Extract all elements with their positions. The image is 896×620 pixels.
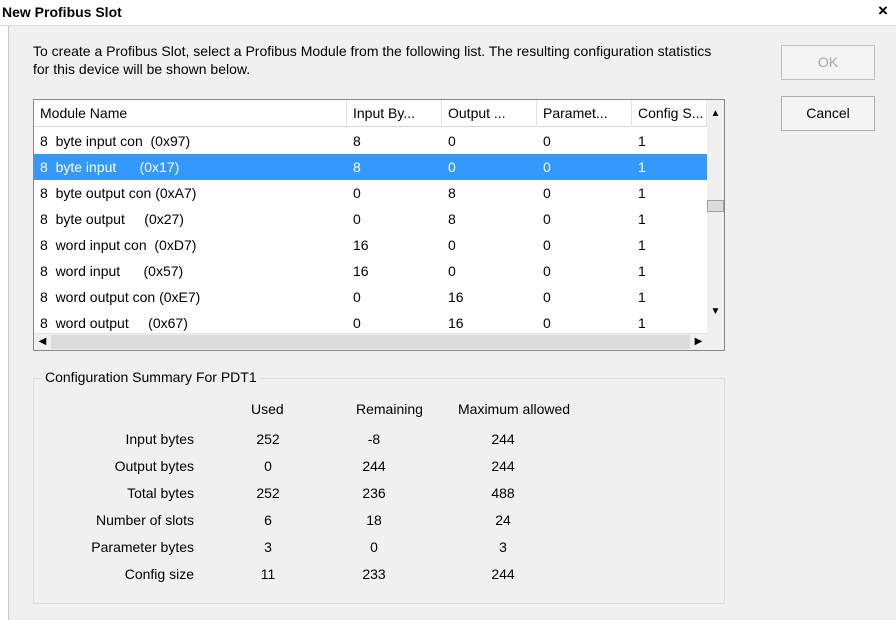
table-row[interactable]: 8 byte output (0x27) 0 8 0 1	[34, 206, 724, 232]
cell-module-name: 8 byte input (0x17)	[40, 159, 180, 175]
column-header-output-bytes[interactable]: Output ...	[442, 100, 537, 127]
close-icon[interactable]: ×	[874, 2, 892, 20]
summary-max-value: 3	[499, 539, 507, 555]
module-list-rows: 8 byte input con (0x97) 8 0 0 1 8 byte input …	[34, 128, 724, 338]
summary-header-maximum: Maximum allowed	[458, 401, 571, 417]
configuration-summary: Configuration Summary For PDT1 Used Rema…	[33, 369, 725, 604]
summary-title: Configuration Summary For PDT1	[42, 369, 260, 385]
horizontal-scrollbar-thumb[interactable]	[51, 335, 690, 349]
summary-max-value: 24	[495, 512, 511, 528]
cell-input-bytes: 0	[353, 211, 361, 227]
window-frame	[0, 26, 9, 620]
scroll-down-icon[interactable]: ▼	[707, 303, 724, 320]
title-bar: New Profibus Slot ×	[0, 0, 896, 26]
ok-button[interactable]: OK	[781, 45, 875, 80]
cell-parameter-bytes: 0	[543, 211, 551, 227]
scroll-up-icon[interactable]: ▲	[707, 105, 724, 122]
cell-input-bytes: 16	[353, 263, 369, 279]
cell-module-name: 8 byte output (0x27)	[40, 211, 184, 227]
module-list-header: Module Name Input By... Output ... Param…	[34, 100, 724, 127]
scroll-right-icon[interactable]: ▶	[690, 334, 707, 350]
cell-input-bytes: 0	[353, 289, 361, 305]
summary-row-label: Config size	[124, 566, 194, 582]
cell-output-bytes: 0	[448, 263, 456, 279]
cell-parameter-bytes: 0	[543, 159, 551, 175]
horizontal-scrollbar[interactable]: ◀ ▶	[34, 333, 707, 350]
cell-output-bytes: 16	[448, 289, 464, 305]
summary-remaining-value: 244	[362, 458, 386, 474]
cell-output-bytes: 8	[448, 185, 456, 201]
cell-output-bytes: 0	[448, 237, 456, 253]
table-row[interactable]: 8 word output con (0xE7) 0 16 0 1	[34, 284, 724, 310]
cell-module-name: 8 word output con (0xE7)	[40, 289, 201, 305]
summary-max-value: 488	[491, 485, 515, 501]
cell-config-size: 1	[638, 211, 646, 227]
cell-config-size: 1	[638, 289, 646, 305]
scrollbar-thumb[interactable]	[707, 200, 724, 212]
cell-input-bytes: 16	[353, 237, 369, 253]
cell-module-name: 8 word input (0x57)	[40, 263, 184, 279]
table-row[interactable]: 8 word input con (0xD7) 16 0 0 1	[34, 232, 724, 258]
summary-remaining-value: -8	[367, 431, 381, 447]
scrollbar-corner	[707, 333, 724, 350]
table-row[interactable]: 8 byte output con (0xA7) 0 8 0 1	[34, 180, 724, 206]
column-header-module-name[interactable]: Module Name	[34, 100, 347, 127]
cancel-button[interactable]: Cancel	[781, 96, 875, 131]
summary-header-used: Used	[251, 401, 284, 417]
column-header-parameter-bytes[interactable]: Paramet...	[537, 100, 632, 127]
module-list[interactable]: Module Name Input By... Output ... Param…	[33, 99, 725, 351]
summary-row-label: Input bytes	[125, 431, 195, 447]
summary-remaining-value: 236	[362, 485, 386, 501]
summary-row-label: Parameter bytes	[91, 539, 194, 555]
cell-output-bytes: 8	[448, 211, 456, 227]
summary-used-value: 252	[256, 485, 280, 501]
summary-row-label: Output bytes	[114, 458, 194, 474]
summary-remaining-value: 18	[366, 512, 382, 528]
summary-header-remaining: Remaining	[356, 401, 423, 417]
summary-used-value: 11	[260, 566, 276, 582]
summary-used-value: 252	[256, 431, 280, 447]
cell-config-size: 1	[638, 237, 646, 253]
summary-used-value: 0	[264, 458, 272, 474]
cell-output-bytes: 0	[448, 159, 456, 175]
summary-used-value: 6	[264, 512, 272, 528]
summary-max-value: 244	[491, 458, 515, 474]
cell-parameter-bytes: 0	[543, 133, 551, 149]
cell-input-bytes: 8	[353, 159, 361, 175]
summary-remaining-value: 233	[362, 566, 386, 582]
table-row[interactable]: 8 word input (0x57) 16 0 0 1	[34, 258, 724, 284]
summary-used-value: 3	[264, 539, 272, 555]
cell-config-size: 1	[638, 185, 646, 201]
vertical-scrollbar[interactable]: ▲ ▼	[707, 100, 724, 335]
column-header-input-bytes[interactable]: Input By...	[347, 100, 442, 127]
table-row-selected[interactable]: 8 byte input (0x17) 8 0 0 1	[34, 154, 707, 180]
cell-parameter-bytes: 0	[543, 289, 551, 305]
cell-config-size: 1	[638, 133, 646, 149]
cell-input-bytes: 0	[353, 185, 361, 201]
cell-module-name: 8 byte input con (0x97)	[40, 133, 191, 149]
cell-parameter-bytes: 0	[543, 263, 551, 279]
summary-row-label: Total bytes	[127, 485, 194, 501]
summary-remaining-value: 0	[370, 539, 378, 555]
cell-module-name: 8 word input con (0xD7)	[40, 237, 197, 253]
summary-max-value: 244	[491, 566, 515, 582]
instructions-text: To create a Profibus Slot, select a Prof…	[33, 43, 712, 77]
window-title: New Profibus Slot	[2, 4, 122, 20]
cell-parameter-bytes: 0	[543, 185, 551, 201]
summary-max-value: 244	[491, 431, 515, 447]
table-row[interactable]: 8 byte input con (0x97) 8 0 0 1	[34, 128, 724, 154]
scroll-left-icon[interactable]: ◀	[34, 334, 51, 350]
summary-row-label: Number of slots	[95, 512, 194, 528]
cell-output-bytes: 0	[448, 133, 456, 149]
cell-config-size: 1	[638, 159, 646, 175]
column-header-config-size[interactable]: Config S...	[632, 100, 707, 127]
cell-parameter-bytes: 0	[543, 237, 551, 253]
cell-config-size: 1	[638, 263, 646, 279]
cell-input-bytes: 8	[353, 133, 361, 149]
cell-module-name: 8 byte output con (0xA7)	[40, 185, 197, 201]
